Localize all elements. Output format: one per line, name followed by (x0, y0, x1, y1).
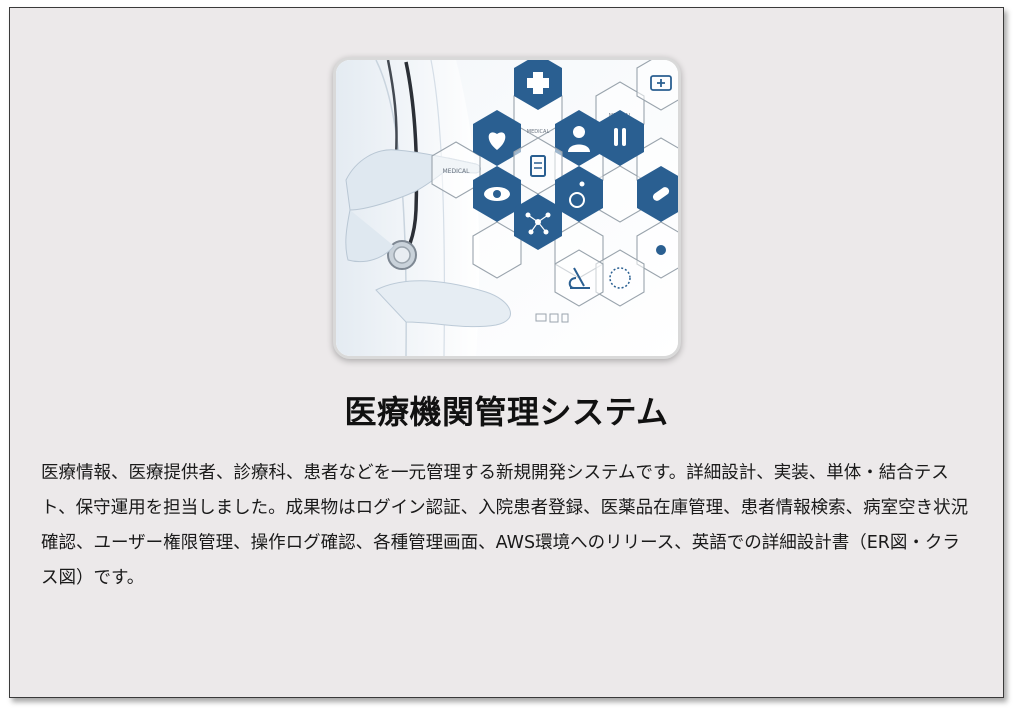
medical-illustration: MEDICAL MEDICAL MEDICAL (336, 60, 678, 356)
project-description: 医療情報、医療提供者、診療科、患者などを一元管理する新規開発システムです。詳細設… (41, 463, 969, 588)
project-card: MEDICAL MEDICAL MEDICAL (9, 7, 1004, 698)
hex-label: MEDICAL (527, 129, 550, 135)
project-title: 医療機関管理システム (344, 393, 669, 431)
project-image: MEDICAL MEDICAL MEDICAL (336, 60, 678, 356)
hex-label: MEDICAL (443, 168, 471, 175)
